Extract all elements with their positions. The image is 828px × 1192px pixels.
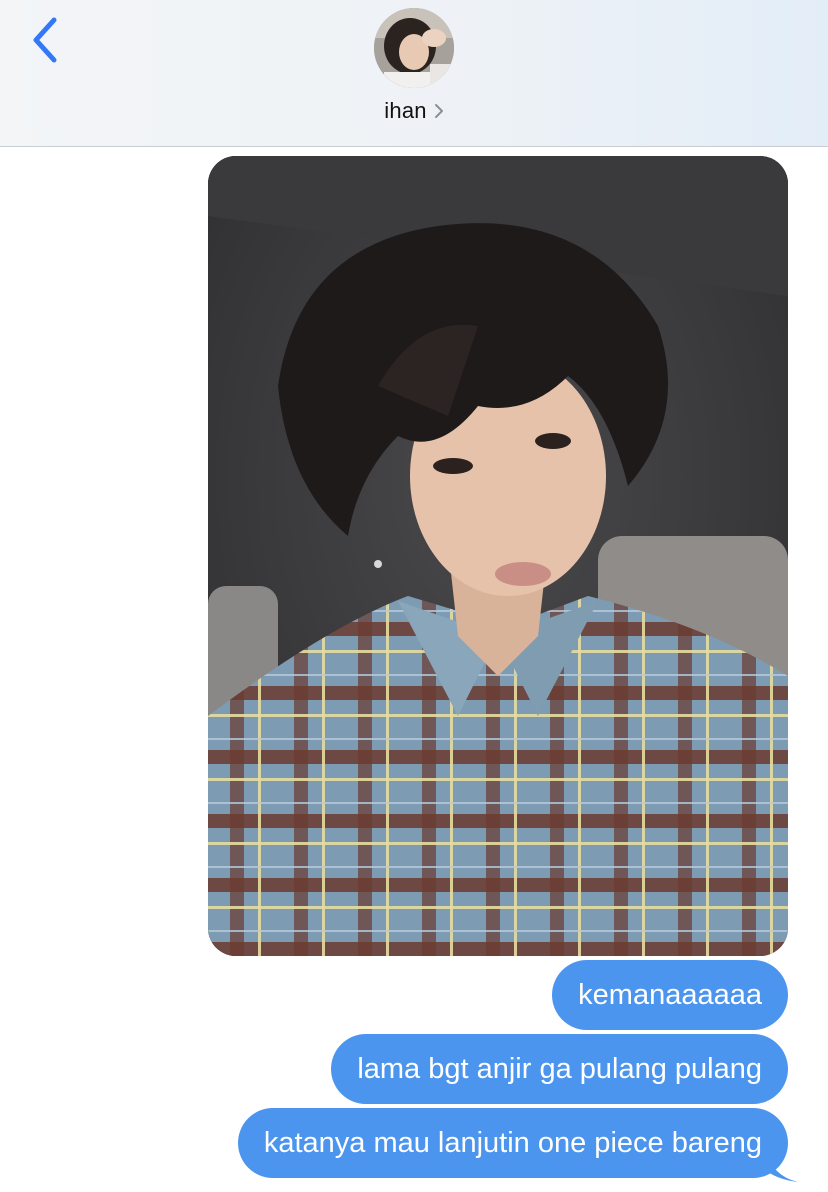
chevron-left-icon <box>33 17 57 63</box>
sent-message-bubble[interactable]: katanya mau lanjutin one piece bareng <box>237 1108 788 1178</box>
sent-message-bubble[interactable]: kemanaaaaaa <box>552 960 788 1030</box>
sent-message-bubble[interactable]: lama bgt anjir ga pulang pulang <box>331 1034 788 1104</box>
messages-screen: ihan kemanaaaaaa lama bgt anjir ga pulan… <box>0 0 828 1192</box>
contact-avatar[interactable] <box>374 8 454 88</box>
contact-name: ihan <box>384 98 427 123</box>
back-button[interactable] <box>26 14 70 66</box>
image-message[interactable] <box>208 156 788 956</box>
chevron-right-icon <box>434 103 444 119</box>
conversation-header: ihan <box>0 0 828 147</box>
contact-name-button[interactable]: ihan <box>0 95 828 127</box>
bubble-tail <box>766 1150 798 1182</box>
